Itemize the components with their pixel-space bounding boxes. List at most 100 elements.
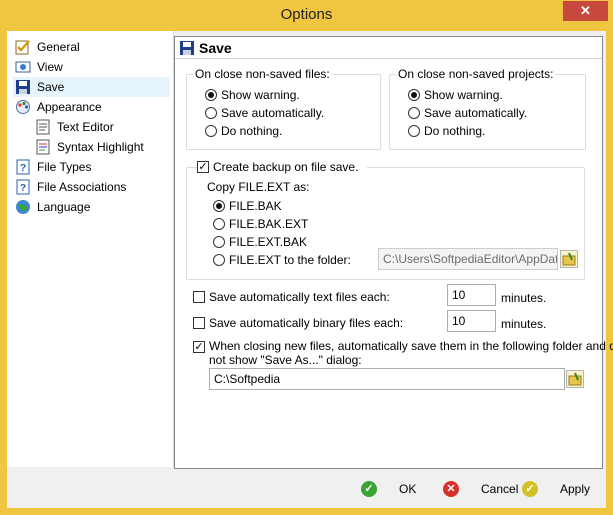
radio-button[interactable] <box>408 107 420 119</box>
radio-button[interactable] <box>408 125 420 137</box>
radio-file-bak-ext[interactable]: FILE.BAK.EXT <box>213 216 353 232</box>
checkbox-label: Save automatically text files each: <box>209 290 390 304</box>
browse-new-files-folder-button[interactable] <box>566 370 584 388</box>
floppy-disk-icon <box>15 79 31 95</box>
apply-button[interactable]: ✓ Apply <box>522 478 592 500</box>
minutes-label: minutes. <box>501 317 547 331</box>
sidebar-item-language[interactable]: Language <box>15 197 165 217</box>
auto-save-binary-checkbox[interactable]: Save automatically binary files each: <box>193 315 453 331</box>
window-title: Options <box>280 6 333 23</box>
sidebar-item-label: Language <box>37 200 91 214</box>
checkbox[interactable]: ✓ <box>197 161 209 173</box>
auto-save-text-minutes-input[interactable]: 10 <box>447 284 496 306</box>
sidebar-item-file-types[interactable]: ? File Types <box>15 157 165 177</box>
view-icon <box>15 59 31 75</box>
radio-label: Save automatically. <box>221 106 325 120</box>
ok-button[interactable]: ✓ OK <box>361 478 421 500</box>
radio-projects-show-warning[interactable]: Show warning. <box>408 87 558 103</box>
sidebar-item-text-editor[interactable]: Text Editor <box>35 117 165 137</box>
sidebar-item-general[interactable]: General <box>15 37 165 57</box>
checkbox-label: Save automatically binary files each: <box>209 316 404 330</box>
browse-folder-icon <box>568 372 582 386</box>
close-button[interactable]: ✕ <box>563 1 608 21</box>
radio-files-do-nothing[interactable]: Do nothing. <box>205 123 355 139</box>
on-close-files-group: On close non-saved files: Show warning. … <box>186 67 381 150</box>
browse-folder-button[interactable] <box>560 250 578 268</box>
checkbox-label: Create backup on file save. <box>213 160 359 174</box>
radio-button[interactable] <box>213 218 225 230</box>
backup-group: ✓ Create backup on file save. Copy FILE.… <box>186 159 585 280</box>
radio-projects-do-nothing[interactable]: Do nothing. <box>408 123 558 139</box>
ok-icon: ✓ <box>361 481 377 497</box>
sidebar-item-label: Text Editor <box>57 120 114 134</box>
minutes-label: minutes. <box>501 291 547 305</box>
sidebar-item-file-associations[interactable]: ? File Associations <box>15 177 165 197</box>
radio-files-save-automatically[interactable]: Save automatically. <box>205 105 355 121</box>
svg-text:?: ? <box>20 163 26 174</box>
checkbox[interactable] <box>193 317 205 329</box>
sidebar-item-label: General <box>37 40 80 54</box>
radio-button[interactable] <box>205 89 217 101</box>
text-editor-icon <box>35 119 51 135</box>
checklist-icon <box>15 39 31 55</box>
radio-label: Show warning. <box>221 88 300 102</box>
title-bar[interactable]: Options ✕ <box>0 0 613 31</box>
copy-as-label: Copy FILE.EXT as: <box>207 180 310 194</box>
radio-button[interactable] <box>213 236 225 248</box>
sidebar-item-label: File Types <box>37 160 92 174</box>
sidebar-item-label: Syntax Highlight <box>57 140 144 154</box>
radio-button[interactable] <box>205 107 217 119</box>
save-panel: Save On close non-saved files: Show warn… <box>174 36 613 469</box>
globe-icon <box>15 199 31 215</box>
sidebar-item-view[interactable]: View <box>15 57 165 77</box>
sidebar-item-save[interactable]: Save <box>13 77 170 97</box>
radio-label: FILE.BAK <box>229 199 282 213</box>
create-backup-checkbox[interactable]: ✓ Create backup on file save. <box>197 159 367 175</box>
radio-button[interactable] <box>213 254 225 266</box>
floppy-disk-icon <box>180 41 194 55</box>
browse-folder-icon <box>562 252 576 266</box>
radio-button[interactable] <box>408 89 420 101</box>
apply-icon: ✓ <box>522 481 538 497</box>
syntax-highlight-icon <box>35 139 51 155</box>
group-title: On close non-saved projects: <box>396 67 556 81</box>
sidebar-item-label: Appearance <box>37 100 102 114</box>
auto-save-text-checkbox[interactable]: Save automatically text files each: <box>193 289 453 305</box>
checkbox-label-line2: not show "Save As..." dialog: <box>209 353 362 367</box>
group-title: On close non-saved files: <box>193 67 332 81</box>
sidebar-item-label: View <box>37 60 63 74</box>
radio-button[interactable] <box>213 200 225 212</box>
page-title: Save <box>199 40 232 56</box>
cancel-icon: ✕ <box>443 481 459 497</box>
backup-folder-field[interactable]: C:\Users\SoftpediaEditor\AppData\ <box>378 248 558 270</box>
file-associations-icon: ? <box>15 179 31 195</box>
radio-files-show-warning[interactable]: Show warning. <box>205 87 355 103</box>
appearance-icon <box>15 99 31 115</box>
checkbox[interactable] <box>193 291 205 303</box>
auto-save-new-files-checkbox[interactable]: ✓ When closing new files, automatically … <box>193 339 613 371</box>
panel-header: Save <box>175 37 602 59</box>
radio-label: FILE.EXT.BAK <box>229 235 308 249</box>
radio-label: Do nothing. <box>424 124 486 138</box>
sidebar-item-appearance[interactable]: Appearance <box>15 97 165 117</box>
radio-label: Show warning. <box>424 88 503 102</box>
sidebar-item-label: File Associations <box>37 180 127 194</box>
radio-button[interactable] <box>205 125 217 137</box>
new-files-folder-field[interactable]: C:\Softpedia <box>209 368 565 390</box>
radio-label: FILE.BAK.EXT <box>229 217 309 231</box>
svg-text:?: ? <box>20 183 26 194</box>
radio-label: Do nothing. <box>221 124 283 138</box>
sidebar-item-label: Save <box>37 80 65 94</box>
checkbox[interactable]: ✓ <box>193 341 205 353</box>
radio-label: Save automatically. <box>424 106 528 120</box>
auto-save-binary-minutes-input[interactable]: 10 <box>447 310 496 332</box>
cancel-button[interactable]: ✕ Cancel <box>443 478 523 500</box>
options-tree: General View Save Appearance Text Editor… <box>7 31 174 467</box>
sidebar-item-syntax-highlight[interactable]: Syntax Highlight <box>35 137 165 157</box>
radio-file-ext-bak[interactable]: FILE.EXT.BAK <box>213 234 353 250</box>
radio-projects-save-automatically[interactable]: Save automatically. <box>408 105 558 121</box>
dialog-client: General View Save Appearance Text Editor… <box>7 31 613 508</box>
options-window: Options ✕ General View Save Appearance T… <box>0 0 613 515</box>
radio-file-ext-to-folder[interactable]: FILE.EXT to the folder: <box>213 252 363 268</box>
radio-file-bak[interactable]: FILE.BAK <box>213 198 353 214</box>
